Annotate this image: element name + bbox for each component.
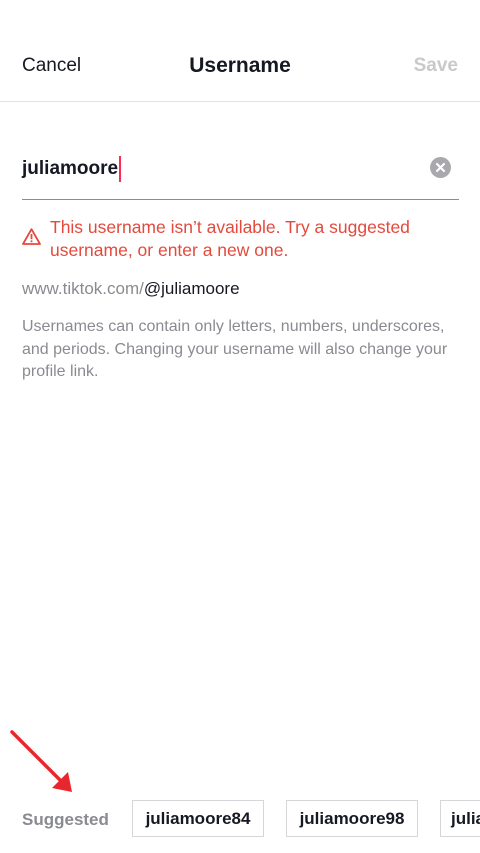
profile-link-handle: @juliamoore: [143, 279, 240, 298]
suggested-usernames-bar: Suggested juliamoore84 juliamoore98 juli…: [0, 800, 480, 840]
suggested-label: Suggested: [22, 810, 109, 829]
profile-link: www.tiktok.com/@juliamoore: [22, 278, 240, 300]
error-text: This username isn’t available. Try a sug…: [50, 217, 410, 260]
suggested-chip[interactable]: julia: [440, 800, 480, 837]
profile-link-prefix: www.tiktok.com/: [22, 279, 144, 298]
username-value: juliamoore: [22, 158, 119, 179]
suggested-chip[interactable]: juliamoore84: [132, 800, 264, 837]
username-field[interactable]: juliamoore: [22, 156, 122, 182]
clear-icon[interactable]: [430, 157, 451, 178]
header-bar: Cancel Username Save: [0, 0, 480, 102]
save-button[interactable]: Save: [414, 54, 458, 78]
username-input[interactable]: juliamoore: [22, 140, 459, 200]
page-title: Username: [189, 54, 291, 77]
text-caret: [119, 156, 122, 182]
username-help-text: Usernames can contain only letters, numb…: [22, 318, 448, 380]
suggested-chip[interactable]: juliamoore98: [286, 800, 418, 837]
warning-triangle-icon: [22, 228, 41, 245]
edit-username-screen: Cancel Username Save juliamoore This use…: [0, 0, 480, 853]
annotation-arrow-icon: [10, 730, 72, 792]
